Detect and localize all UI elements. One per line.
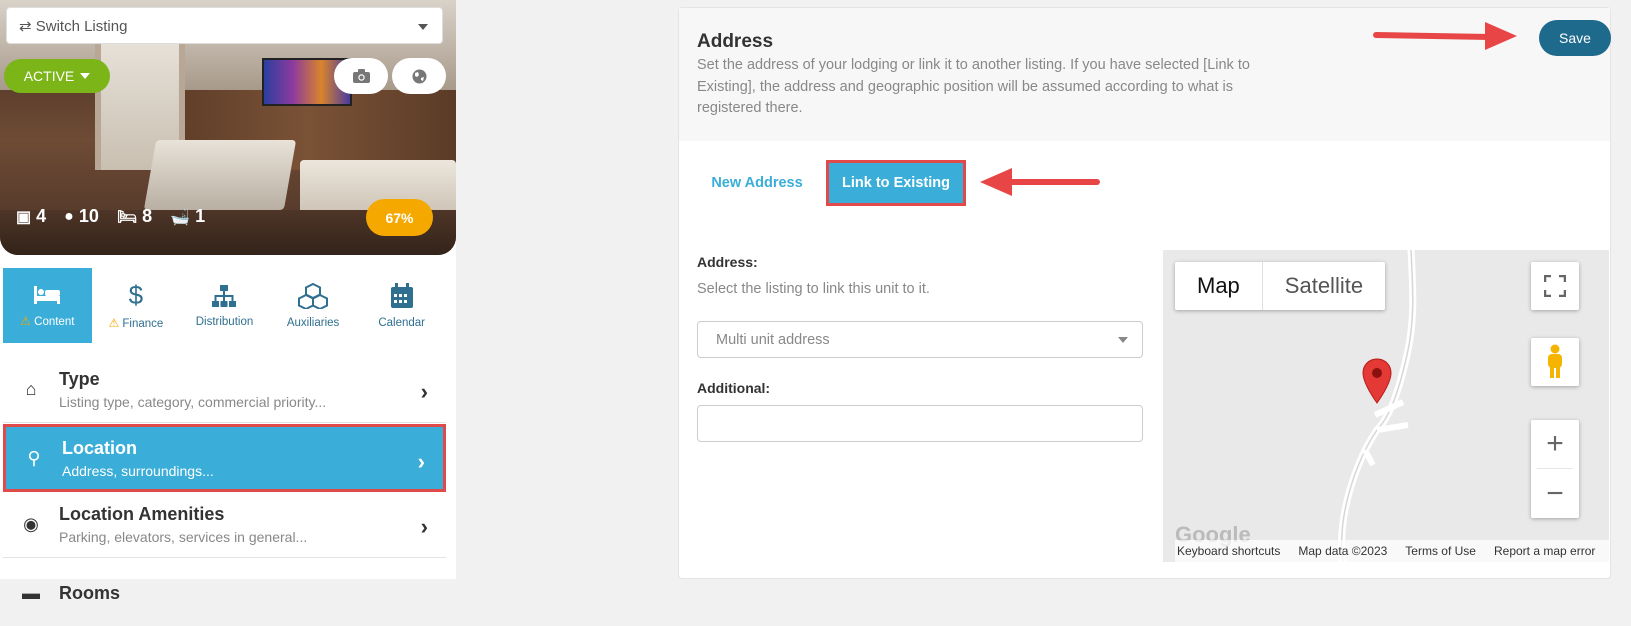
- chevron-right-icon: ›: [420, 379, 428, 404]
- globe-icon: [412, 69, 426, 83]
- menu-item-location[interactable]: ⚲ Location Address, surroundings... ›: [3, 424, 446, 492]
- menu-title: Location: [62, 437, 137, 458]
- address-hint: Select the listing to link this unit to …: [697, 281, 930, 297]
- bed-icon: ▬: [22, 582, 40, 603]
- street-view-button[interactable]: [1531, 338, 1579, 386]
- annotation-arrowhead: [980, 168, 1012, 196]
- menu-title: Rooms: [59, 582, 121, 603]
- web-button[interactable]: [392, 58, 446, 94]
- zoom-out-icon[interactable]: −: [1546, 469, 1564, 518]
- switch-listing-label: ⇄ Switch Listing: [19, 17, 128, 35]
- menu-subtitle: Parking, elevators, services in general.…: [59, 529, 308, 545]
- map-type-map[interactable]: Map: [1175, 262, 1263, 310]
- units-stat: ▣ 4: [16, 206, 47, 226]
- page-title: Address: [697, 31, 774, 52]
- tab-calendar[interactable]: Calendar: [357, 268, 446, 343]
- menu-title: Type: [59, 369, 100, 389]
- tab-content[interactable]: ⚠ Content: [3, 268, 92, 343]
- target-icon: ◉: [23, 514, 39, 534]
- guests-stat: ● 10: [64, 206, 99, 226]
- chevron-right-icon: ›: [420, 514, 428, 539]
- additional-label: Additional:: [697, 380, 771, 396]
- cubes-icon: [298, 282, 329, 309]
- annotation-arrowhead: [1485, 22, 1517, 50]
- section-tabs: ⚠ Content $ ⚠ Finance Distribution Auxil…: [3, 268, 446, 343]
- listing-stats: ▣ 4 ● 10 🛏 8 🛁 1: [16, 206, 205, 227]
- sitemap-icon: [212, 284, 237, 307]
- caret-down-icon: [80, 73, 91, 79]
- switch-listing-dropdown[interactable]: ⇄ Switch Listing: [6, 7, 443, 44]
- warning-icon: ⚠: [20, 313, 31, 328]
- chevron-right-icon: ›: [417, 449, 425, 474]
- zoom-control: + −: [1531, 420, 1579, 518]
- home-icon: ⌂: [25, 379, 37, 399]
- multi-unit-address-select[interactable]: Multi unit address: [697, 321, 1143, 358]
- map-footer: Keyboard shortcuts Map data ©2023 Terms …: [1175, 540, 1609, 562]
- photos-button[interactable]: [334, 58, 388, 94]
- save-button[interactable]: Save: [1539, 20, 1611, 56]
- beds-stat: 🛏 8: [116, 206, 153, 226]
- map-marker-icon[interactable]: [1362, 358, 1392, 404]
- camera-icon: [352, 69, 370, 83]
- menu-item-type[interactable]: ⌂ Type Listing type, category, commercia…: [3, 357, 446, 423]
- tab-auxiliaries[interactable]: Auxiliaries: [269, 268, 358, 343]
- bed-icon: 🛏: [116, 208, 138, 226]
- caret-down-icon: [1118, 337, 1128, 343]
- caret-down-icon: [418, 24, 428, 30]
- bed-icon: [34, 285, 61, 304]
- map-data-label: Map data ©2023: [1298, 544, 1388, 558]
- menu-subtitle: Listing type, category, commercial prior…: [59, 394, 327, 410]
- keyboard-shortcuts-link[interactable]: Keyboard shortcuts: [1177, 544, 1280, 558]
- cube-icon: ▣: [16, 208, 32, 226]
- status-dropdown[interactable]: ACTIVE: [4, 59, 110, 93]
- status-label: ACTIVE: [23, 68, 75, 84]
- tab-finance[interactable]: $ ⚠ Finance: [92, 268, 181, 343]
- report-error-link[interactable]: Report a map error: [1494, 544, 1595, 558]
- tab-new-address[interactable]: New Address: [697, 160, 817, 206]
- select-placeholder: Multi unit address: [716, 331, 830, 348]
- fullscreen-icon: [1544, 275, 1566, 297]
- address-header: Address Set the address of your lodging …: [679, 8, 1611, 141]
- menu-item-rooms[interactable]: ▬ Rooms: [3, 560, 446, 626]
- map-type-satellite[interactable]: Satellite: [1263, 262, 1385, 310]
- pegman-icon: [1548, 344, 1562, 378]
- zoom-in-icon[interactable]: +: [1537, 420, 1573, 469]
- baths-stat: 🛁 1: [170, 206, 206, 226]
- terms-link[interactable]: Terms of Use: [1405, 544, 1476, 558]
- dollar-icon: $: [128, 279, 144, 310]
- bath-icon: 🛁: [170, 208, 191, 226]
- calendar-icon: [390, 282, 413, 308]
- address-label: Address:: [697, 254, 758, 270]
- listing-sidebar: ⇄ Switch Listing ACTIVE ▣ 4 ● 10 🛏 8 🛁 1 67%…: [0, 0, 456, 603]
- fullscreen-button[interactable]: [1531, 262, 1579, 310]
- annotation-arrow: [1008, 179, 1100, 185]
- completion-badge: 67%: [366, 199, 433, 236]
- menu-subtitle: Address, surroundings...: [62, 462, 214, 479]
- user-icon: ●: [64, 207, 74, 225]
- tab-distribution[interactable]: Distribution: [180, 268, 269, 343]
- map-marker-icon: ⚲: [27, 447, 41, 468]
- map-view[interactable]: Map Satellite + − Google Keyboard shortc…: [1163, 250, 1609, 562]
- additional-field[interactable]: [697, 405, 1143, 442]
- warning-icon: ⚠: [108, 315, 120, 330]
- tab-link-to-existing[interactable]: Link to Existing: [826, 160, 966, 206]
- menu-title: Location Amenities: [59, 504, 225, 524]
- map-type-control: Map Satellite: [1175, 262, 1386, 310]
- menu-item-location-amenities[interactable]: ◉ Location Amenities Parking, elevators,…: [3, 492, 446, 558]
- page-description: Set the address of your lodging or link …: [697, 57, 1250, 116]
